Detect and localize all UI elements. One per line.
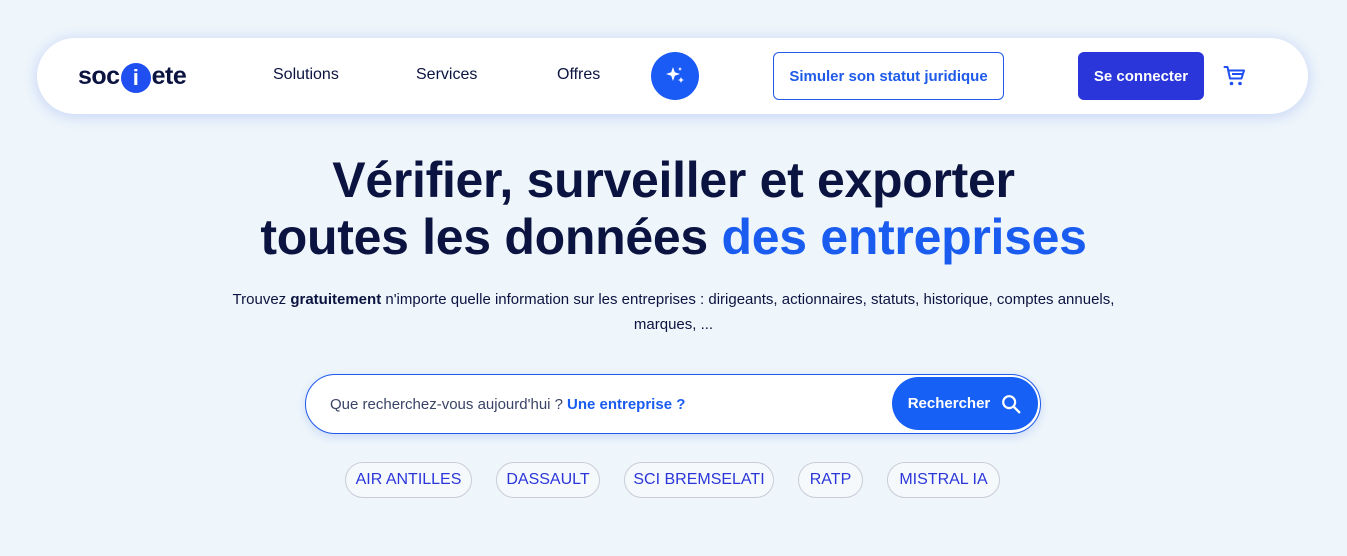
suggestion-chip[interactable]: MISTRAL IA: [887, 462, 1000, 498]
nav-solutions[interactable]: Solutions: [273, 66, 339, 84]
sparkles-icon: [666, 67, 684, 83]
search-placeholder-text: Que recherchez-vous aujourd'hui ?: [330, 396, 563, 413]
hero-subtitle-end: n'importe quelle information sur les ent…: [381, 291, 1115, 333]
suggestion-chip[interactable]: SCI BREMSELATI: [624, 462, 774, 498]
search-input[interactable]: Que recherchez-vous aujourd'hui ? Une ent…: [330, 396, 685, 413]
logo-dot: i: [120, 63, 151, 93]
search-suggestions: AIR ANTILLES DASSAULT SCI BREMSELATI RAT…: [0, 462, 1347, 498]
search-button-label: Rechercher: [907, 395, 991, 412]
login-button[interactable]: Se connecter: [1078, 52, 1204, 100]
hero-title-line2: toutes les données: [260, 209, 722, 265]
hero-title-accent: des entreprises: [721, 209, 1087, 265]
hero-title: Vérifier, surveiller et exporter toutes …: [0, 152, 1347, 266]
societe-logo[interactable]: soc i ete: [78, 60, 187, 93]
nav-offres[interactable]: Offres: [557, 66, 600, 84]
ai-assistant-button[interactable]: [651, 52, 699, 100]
suggestion-chip[interactable]: DASSAULT: [496, 462, 600, 498]
top-navbar: soc i ete Solutions Services Offres Simule…: [37, 38, 1308, 114]
suggestion-chip[interactable]: AIR ANTILLES: [345, 462, 472, 498]
suggestion-chip[interactable]: RATP: [798, 462, 863, 498]
search-icon: [1002, 394, 1021, 413]
logo-text-end: ete: [151, 61, 187, 90]
search-hint: Une entreprise ?: [567, 396, 686, 413]
logo-text-start: soc: [78, 61, 120, 90]
hero-subtitle-bold: gratuitement: [290, 291, 382, 308]
hero-title-line1: Vérifier, surveiller et exporter: [332, 152, 1015, 208]
hero-subtitle-start: Trouvez: [232, 291, 291, 308]
simulate-legal-status-button[interactable]: Simuler son statut juridique: [773, 52, 1004, 100]
cart-icon[interactable]: [1223, 64, 1247, 88]
search-button[interactable]: Rechercher: [892, 377, 1038, 430]
search-bar[interactable]: Que recherchez-vous aujourd'hui ? Une ent…: [305, 374, 1041, 434]
hero-subtitle: Trouvez gratuitement n'importe quelle in…: [220, 287, 1127, 337]
nav-services[interactable]: Services: [416, 66, 477, 84]
